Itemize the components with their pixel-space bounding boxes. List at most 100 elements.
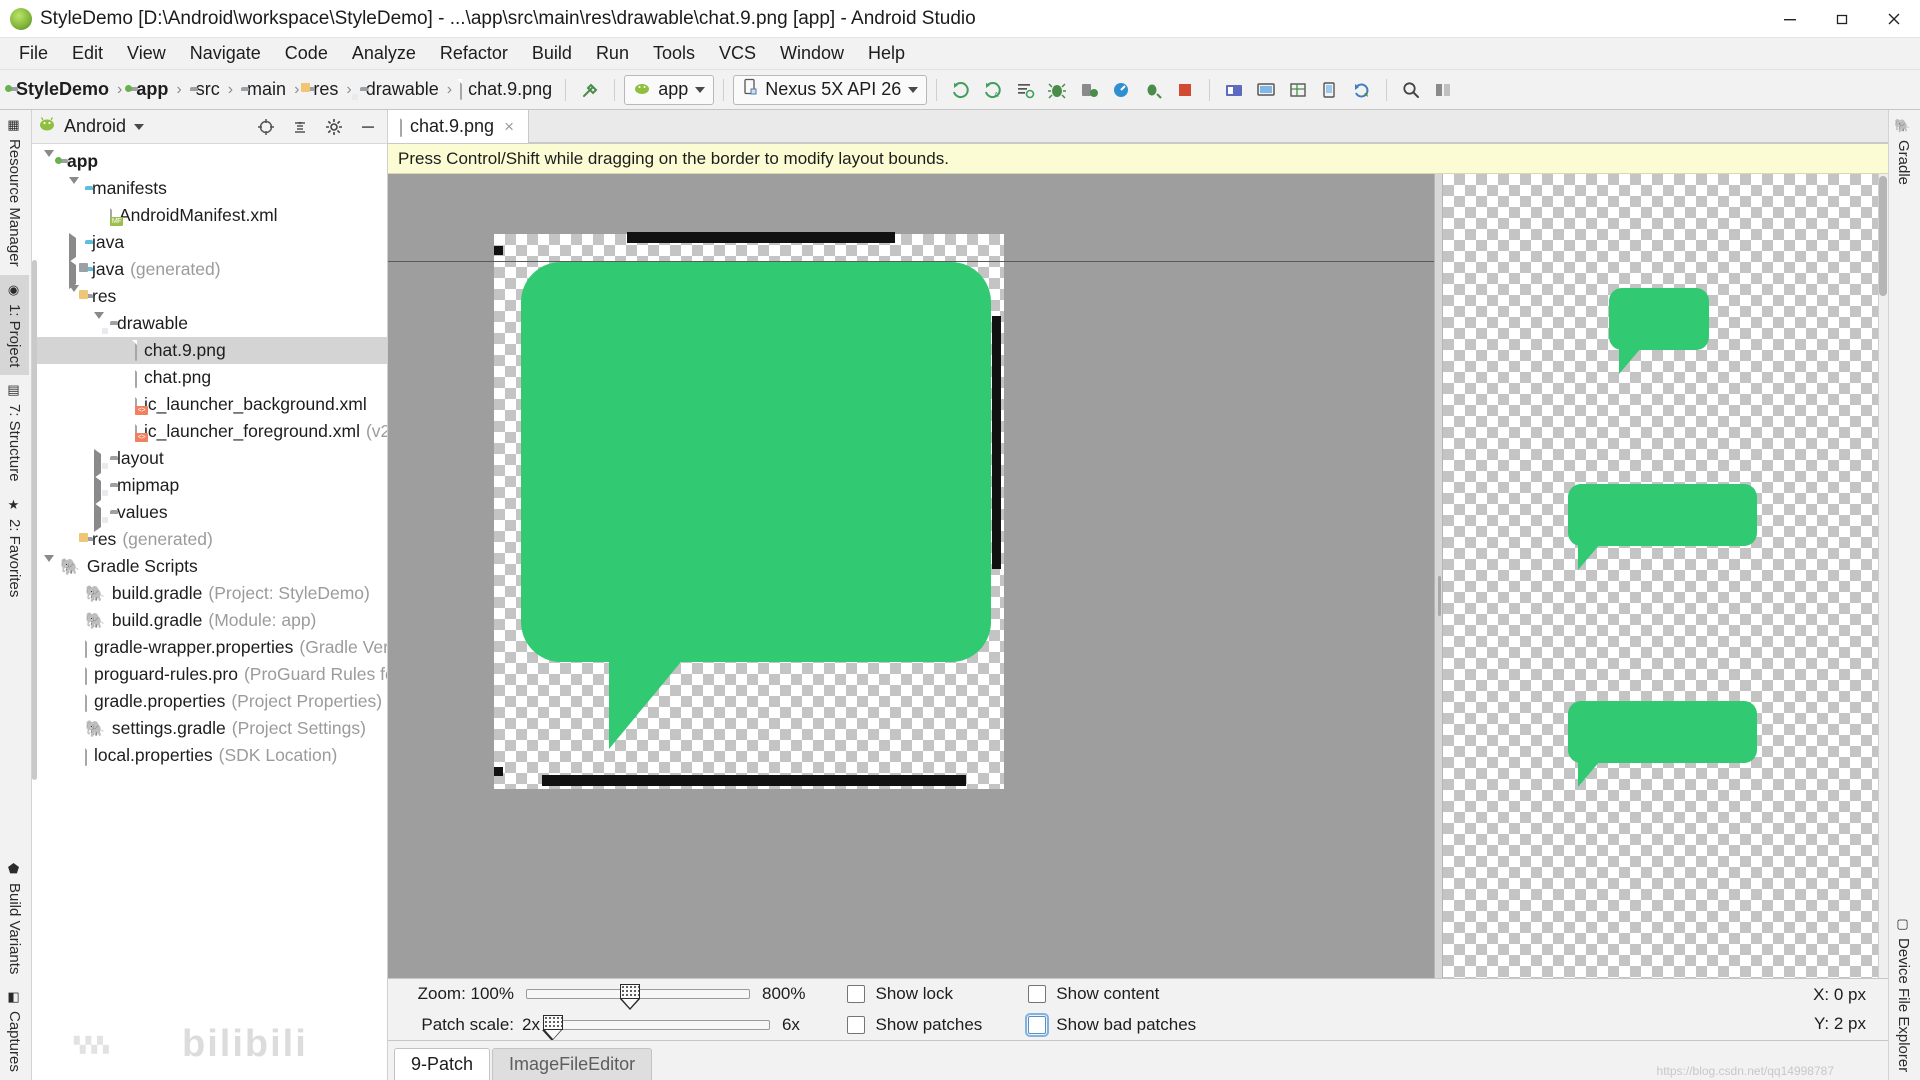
breadcrumb-drawable[interactable]: drawable	[351, 77, 443, 102]
collapse-arrow-icon[interactable]	[44, 149, 54, 176]
sidebar-item-captures[interactable]: ◧ Captures	[0, 982, 29, 1080]
maximize-button[interactable]	[1816, 0, 1868, 38]
tree-item-app[interactable]: app	[32, 148, 387, 176]
menu-window[interactable]: Window	[769, 40, 855, 67]
tree-item-manifests[interactable]: manifests	[32, 175, 387, 203]
avd-manager-icon[interactable]	[1251, 75, 1281, 105]
show-bad-patches-checkbox[interactable]	[1025, 1013, 1050, 1037]
minus-icon[interactable]	[355, 114, 381, 140]
menu-build[interactable]: Build	[521, 40, 583, 67]
top-stretch-bar[interactable]	[627, 232, 895, 243]
tab-9-patch[interactable]: 9-Patch	[394, 1048, 491, 1080]
tree-item-settings-gradle[interactable]: 🐘 settings.gradle (Project Settings)	[32, 715, 387, 742]
tree-item-values[interactable]: values	[32, 499, 387, 532]
sync-icon[interactable]	[1347, 75, 1377, 105]
checkbox-show-lock[interactable]: Show lock	[847, 983, 982, 1005]
sidebar-item-structure[interactable]: ▤ 7: Structure	[0, 375, 29, 490]
right-padding-bar[interactable]	[992, 316, 1001, 569]
expand-arrow-icon[interactable]	[69, 232, 79, 262]
tree-item-local-properties[interactable]: local.properties (SDK Location)	[32, 742, 387, 769]
preview-scrollbar[interactable]	[1878, 174, 1888, 978]
sidebar-item-favorites[interactable]: ★ 2: Favorites	[0, 490, 29, 605]
zoom-slider-knob[interactable]	[619, 984, 641, 1010]
project-tree[interactable]: app manifests MF AndroidManifest.xml java jav…	[32, 144, 387, 1080]
sdk-manager-icon[interactable]	[1219, 75, 1249, 105]
menu-code[interactable]: Code	[274, 40, 339, 67]
target-icon[interactable]	[253, 114, 279, 140]
close-button[interactable]	[1868, 0, 1920, 38]
tree-item-java[interactable]: java	[32, 229, 387, 262]
zoom-slider[interactable]	[526, 984, 750, 1010]
breadcrumb-styledemo[interactable]: StyleDemo	[5, 77, 113, 102]
tree-item-gradle-properties[interactable]: gradle.properties (Project Properties)	[32, 688, 387, 715]
tree-item-chat-9-png[interactable]: chat.9.png	[32, 337, 387, 364]
tree-item-res[interactable]: res (generated)	[32, 526, 387, 553]
menu-refactor[interactable]: Refactor	[429, 40, 519, 67]
layout-inspector-icon[interactable]	[1283, 75, 1313, 105]
tab-image-file-editor[interactable]: ImageFileEditor	[492, 1048, 653, 1080]
project-tree-scrollbar[interactable]	[32, 260, 37, 780]
expand-arrow-icon[interactable]	[69, 259, 79, 289]
sidebar-item-gradle[interactable]: 🐘 Gradle	[1889, 110, 1918, 193]
bottom-left-corner-marker[interactable]	[494, 767, 503, 776]
tree-item-chat-png[interactable]: chat.png	[32, 364, 387, 391]
menu-vcs[interactable]: VCS	[708, 40, 767, 67]
top-left-corner-marker[interactable]	[494, 246, 503, 255]
menu-tools[interactable]: Tools	[642, 40, 706, 67]
show-patches-checkbox[interactable]	[847, 1016, 866, 1034]
tree-item-ic-launcher-foreground-xml[interactable]: <>ic_launcher_foreground.xml(v24)	[32, 418, 387, 445]
checkbox-show-bad-patches[interactable]: Show bad patches	[1025, 1013, 1196, 1037]
attach-debug-icon[interactable]	[1074, 75, 1104, 105]
tree-item-drawable[interactable]: drawable	[32, 310, 387, 338]
sidebar-item-resource-manager[interactable]: ▦ Resource Manager	[0, 110, 29, 275]
search-icon[interactable]	[1396, 75, 1426, 105]
collapse-arrow-icon[interactable]	[44, 554, 54, 581]
menu-navigate[interactable]: Navigate	[179, 40, 272, 67]
bottom-stretch-bar[interactable]	[542, 775, 966, 786]
apply-changes-icon[interactable]: A	[978, 75, 1008, 105]
show-content-checkbox[interactable]	[1028, 985, 1047, 1003]
nine-patch-image[interactable]	[494, 232, 1004, 789]
breadcrumb-main[interactable]: main	[237, 77, 290, 102]
sidebar-item-build-variants[interactable]: ⬟ Build Variants	[0, 854, 29, 982]
checkbox-show-content[interactable]: Show content	[1028, 983, 1196, 1005]
tree-item-res[interactable]: res	[32, 283, 387, 311]
patch-scale-slider[interactable]	[542, 1015, 770, 1041]
tree-item-androidmanifest-xml[interactable]: MF AndroidManifest.xml	[32, 202, 387, 229]
breadcrumb-chat9png[interactable]: chat.9.png	[456, 77, 556, 102]
attach-profiler-icon[interactable]	[1138, 75, 1168, 105]
tree-item-gradle-scripts[interactable]: 🐘 Gradle Scripts	[32, 553, 387, 581]
coverage-icon[interactable]	[1010, 75, 1040, 105]
run-configuration-selector[interactable]: app	[624, 74, 715, 105]
checkbox-show-patches[interactable]: Show patches	[847, 1014, 982, 1036]
breadcrumb-res[interactable]: res	[301, 77, 342, 102]
tree-item-gradle-wrapper-properties[interactable]: gradle-wrapper.properties (Gradle Ver	[32, 634, 387, 661]
close-icon[interactable]: ×	[502, 117, 516, 137]
debug-icon[interactable]	[1042, 75, 1072, 105]
menu-help[interactable]: Help	[857, 40, 916, 67]
tree-item-ic-launcher-background-xml[interactable]: <> ic_launcher_background.xml	[32, 391, 387, 418]
sidebar-item-device-file-explorer[interactable]: ▢ Device File Explorer	[1889, 909, 1918, 1080]
tree-item-build-gradle[interactable]: 🐘 build.gradle (Project: StyleDemo)	[32, 580, 387, 607]
breadcrumb-src[interactable]: src	[186, 77, 224, 102]
collapse-arrow-icon[interactable]	[69, 176, 79, 203]
hammer-icon[interactable]	[575, 75, 605, 105]
show-lock-checkbox[interactable]	[847, 985, 866, 1003]
menu-analyze[interactable]: Analyze	[341, 40, 427, 67]
chevron-down-icon[interactable]	[134, 123, 145, 130]
preview-scrollbar-thumb[interactable]	[1879, 176, 1887, 296]
run-icon[interactable]	[946, 75, 976, 105]
gear-icon[interactable]	[321, 114, 347, 140]
tree-item-build-gradle[interactable]: 🐘 build.gradle (Module: app)	[32, 607, 387, 634]
patch-scale-slider-knob[interactable]	[542, 1015, 563, 1041]
sidebar-item-project[interactable]: ◉ 1: Project	[0, 274, 29, 375]
layout-bound-guide-line[interactable]	[388, 261, 1434, 262]
menu-edit[interactable]: Edit	[61, 40, 114, 67]
minimize-button[interactable]	[1764, 0, 1816, 38]
menu-run[interactable]: Run	[585, 40, 640, 67]
stop-icon[interactable]	[1170, 75, 1200, 105]
tree-item-proguard-rules-pro[interactable]: proguard-rules.pro (ProGuard Rules fo	[32, 661, 387, 688]
profiler-icon[interactable]	[1106, 75, 1136, 105]
tree-item-java[interactable]: java (generated)	[32, 256, 387, 289]
menu-view[interactable]: View	[116, 40, 177, 67]
